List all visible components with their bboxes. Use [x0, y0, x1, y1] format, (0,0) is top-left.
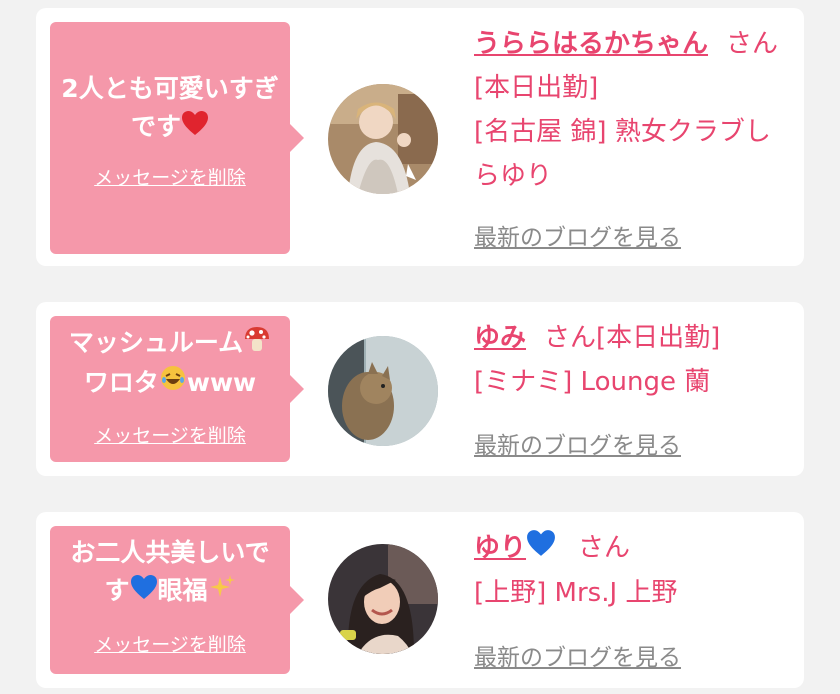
delete-message-link[interactable]: メッセージを削除: [94, 163, 246, 190]
girl-name-link[interactable]: ゆみ: [474, 323, 526, 353]
avatar[interactable]: [328, 544, 438, 654]
message-text: 2人とも可愛いすぎです: [50, 70, 290, 147]
girl-info: うららはるかちゃん さん[本日出勤] [名古屋 錦] 熟女クラブしらゆり: [474, 22, 794, 198]
delete-message-link[interactable]: メッセージを削除: [94, 630, 246, 657]
latest-blog-link[interactable]: 最新のブログを見る: [474, 426, 681, 460]
shop-name: [ミナミ] Lounge 蘭: [474, 367, 711, 397]
avatar[interactable]: [328, 336, 438, 446]
blue-heart-icon: [130, 573, 158, 611]
shop-name: [名古屋 錦] 熟女クラブしらゆり: [474, 117, 771, 191]
message-text: マッシュルーム ワロタ www: [50, 324, 290, 403]
girl-status: さん[本日出勤]: [544, 323, 721, 353]
latest-blog-link[interactable]: 最新のブログを見る: [474, 218, 681, 252]
latest-blog-link[interactable]: 最新のブログを見る: [474, 638, 681, 672]
laughing-emoji-icon: [159, 364, 187, 403]
girl-name-link[interactable]: うららはるかちゃん: [474, 29, 708, 59]
message-bubble: お二人共美しいで す眼福 メッセージを削除: [50, 526, 304, 674]
delete-message-link[interactable]: メッセージを削除: [94, 421, 246, 448]
message-card: 2人とも可愛いすぎです メッセージを削除 うららはるかちゃん さん[本日出勤] […: [36, 8, 804, 266]
girl-info: ゆみ さん[本日出勤] [ミナミ] Lounge 蘭: [474, 316, 794, 404]
message-text: お二人共美しいで す眼福: [50, 534, 290, 612]
girl-status: さん: [578, 533, 631, 563]
avatar[interactable]: [328, 84, 438, 194]
message-bubble: 2人とも可愛いすぎです メッセージを削除: [50, 22, 304, 254]
blue-heart-icon: [526, 527, 556, 571]
girl-info: ゆり さん [上野] Mrs.J 上野: [474, 526, 794, 615]
sparkles-icon: [208, 573, 236, 612]
mushroom-icon: [243, 325, 271, 364]
message-bubble: マッシュルーム ワロタ www メッセージを削除: [50, 316, 304, 462]
heart-icon: [181, 109, 209, 147]
message-card: マッシュルーム ワロタ www メッセージを削除 ゆみ さん[本日出勤] [ミナミ]…: [36, 302, 804, 476]
shop-name: [上野] Mrs.J 上野: [474, 577, 678, 608]
message-card: お二人共美しいで す眼福 メッセージを削除 ゆり さん [上野] Mrs.J 上野…: [36, 512, 804, 688]
girl-name-link[interactable]: ゆり: [474, 529, 556, 563]
